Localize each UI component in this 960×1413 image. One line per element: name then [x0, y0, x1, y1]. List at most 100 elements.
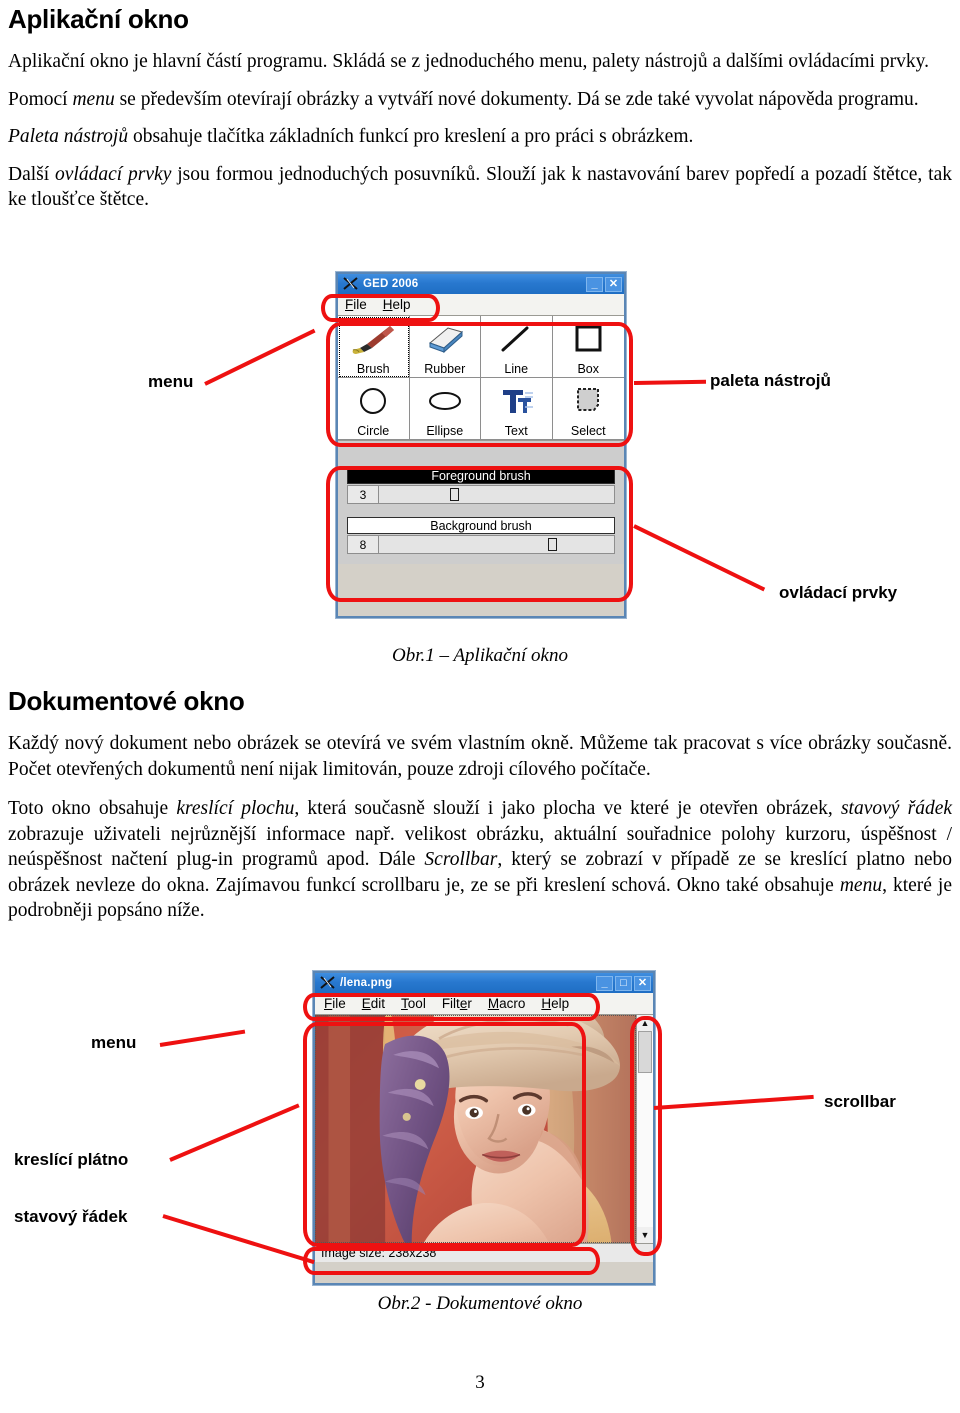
foreground-brush-control[interactable]: Foreground brush 3 — [347, 467, 615, 504]
tool-label-rubber: Rubber — [424, 362, 466, 376]
doc-titlebar-buttons[interactable]: _ □ ✕ — [596, 975, 651, 991]
status-bar: Image size: 238x238 — [315, 1243, 653, 1262]
tool-label-brush: Brush — [356, 362, 390, 376]
foreground-brush-track[interactable] — [379, 486, 614, 503]
callout-line-fig2-menu — [159, 1029, 246, 1047]
paragraph-6: Toto okno obsahuje kreslící plochu, kter… — [8, 798, 953, 921]
square-icon — [553, 316, 625, 362]
annotation-fig1-controls: ovládací prvky — [779, 583, 898, 602]
scrollbar-track[interactable] — [637, 1031, 653, 1227]
text-block-bottom: Dokumentové okno Každý nový dokument neb… — [8, 686, 952, 924]
brush-controls-panel[interactable]: Foreground brush 3 Background brush 8 — [338, 459, 624, 564]
callout-line-fig1-menu — [204, 328, 316, 386]
foreground-brush-thumb[interactable] — [449, 488, 459, 501]
circle-icon — [338, 378, 409, 424]
menu-item-help[interactable]: Help — [383, 297, 411, 312]
document-page: Aplikační okno Aplikační okno je hlavní … — [0, 0, 960, 1413]
paragraph-3: Paleta nástrojů obsahuje tlačítka základ… — [8, 126, 694, 147]
titlebar-buttons[interactable]: _ ✕ — [586, 276, 622, 292]
ellipse-icon — [410, 378, 481, 424]
paragraph-1-text: Aplikační okno je hlavní částí programu.… — [8, 51, 929, 72]
doc-menu-item-filter[interactable]: Filter — [442, 996, 472, 1011]
titlebar[interactable]: GED 2006 _ ✕ — [338, 274, 624, 294]
doc-maximize-button[interactable]: □ — [615, 975, 632, 991]
text-block-top: Aplikační okno Aplikační okno je hlavní … — [8, 4, 952, 213]
paragraph-4: Další ovládací prvky jsou formou jednodu… — [8, 163, 952, 211]
scrollbar-thumb[interactable] — [638, 1031, 652, 1073]
tool-palette[interactable]: Brush Rubber Line Box Circle Ellipse Tex… — [338, 316, 624, 440]
drawing-canvas[interactable] — [315, 1015, 636, 1243]
paragraph-2: Pomocí menu se především otevírají obráz… — [8, 88, 919, 110]
vertical-scrollbar[interactable]: ▲ ▼ — [636, 1015, 653, 1243]
doc-close-button[interactable]: ✕ — [634, 975, 651, 991]
tool-button-text[interactable]: Text — [481, 378, 553, 440]
annotation-fig2-canvas: kreslící plátno — [14, 1150, 129, 1169]
tool-label-box: Box — [577, 362, 600, 376]
tool-button-select[interactable]: Select — [552, 378, 625, 440]
controls-gap — [347, 504, 615, 517]
background-brush-slider[interactable]: 8 — [347, 535, 615, 554]
page-number: 3 — [475, 1372, 485, 1393]
tool-button-line[interactable]: Line — [481, 316, 553, 378]
annotation-fig1-palette: paleta nástrojů — [710, 371, 831, 390]
document-window[interactable]: /lena.png _ □ ✕ File Edit Tool Filter Ma… — [313, 971, 655, 1285]
tool-label-ellipse: Ellipse — [426, 424, 464, 438]
scroll-down-button[interactable]: ▼ — [637, 1227, 653, 1243]
background-brush-control[interactable]: Background brush 8 — [347, 517, 615, 554]
paintbrush-icon — [338, 316, 409, 362]
tool-button-ellipse[interactable]: Ellipse — [409, 378, 481, 440]
tool-button-rubber[interactable]: Rubber — [409, 316, 481, 378]
background-brush-value: 8 — [348, 536, 379, 553]
text-tool-icon — [481, 378, 552, 424]
callout-line-fig2-scrollbar — [653, 1094, 814, 1110]
doc-minimize-button[interactable]: _ — [596, 975, 613, 991]
paragraph-5-text: Každý nový dokument nebo obrázek se otev… — [8, 733, 952, 780]
doc-menu-item-file[interactable]: File — [324, 996, 346, 1011]
background-brush-thumb[interactable] — [548, 538, 558, 551]
tool-button-circle[interactable]: Circle — [338, 378, 410, 440]
close-button[interactable]: ✕ — [605, 276, 622, 292]
menu-item-file[interactable]: File — [345, 297, 367, 312]
application-window[interactable]: GED 2006 _ ✕ File Help Brush Rubber Line… — [336, 272, 626, 618]
tool-label-line: Line — [504, 362, 529, 376]
annotation-fig2-scrollbar: scrollbar — [824, 1092, 896, 1111]
marquee-select-icon — [553, 378, 625, 424]
doc-menu-bar[interactable]: File Edit Tool Filter Macro Help — [315, 993, 653, 1015]
palette-controls-separator — [338, 440, 624, 459]
doc-menu-item-edit[interactable]: Edit — [362, 996, 385, 1011]
callout-line-fig2-statusbar — [162, 1214, 315, 1265]
eraser-icon — [410, 316, 481, 362]
x-logo-icon — [342, 277, 358, 292]
doc-window-title: /lena.png — [340, 977, 393, 989]
background-brush-track[interactable] — [379, 536, 614, 553]
line-icon — [481, 316, 552, 362]
foreground-brush-slider[interactable]: 3 — [347, 485, 615, 504]
paragraph-1: Aplikační okno je hlavní částí programu.… — [8, 49, 952, 75]
page-title: Aplikační okno — [8, 4, 189, 34]
callout-line-fig1-controls — [633, 524, 766, 592]
doc-titlebar[interactable]: /lena.png _ □ ✕ — [315, 973, 653, 993]
background-brush-swatch[interactable]: Background brush — [347, 517, 615, 534]
canvas-area[interactable]: ▲ ▼ — [315, 1015, 653, 1243]
paragraph-5: Každý nový dokument nebo obrázek se otev… — [8, 731, 952, 782]
minimize-button[interactable]: _ — [586, 276, 603, 292]
foreground-brush-value: 3 — [348, 486, 379, 503]
tool-button-box[interactable]: Box — [552, 316, 625, 378]
doc-menu-item-macro[interactable]: Macro — [488, 996, 526, 1011]
callout-line-fig1-palette — [633, 379, 707, 385]
x-logo-icon — [319, 976, 335, 991]
annotation-fig1-menu: menu — [148, 372, 194, 391]
tool-button-brush[interactable]: Brush — [338, 316, 410, 378]
foreground-brush-swatch[interactable]: Foreground brush — [347, 467, 615, 484]
tool-label-circle: Circle — [357, 424, 390, 438]
lena-photo — [315, 1015, 636, 1243]
tool-label-text: Text — [504, 424, 528, 438]
doc-menu-item-tool[interactable]: Tool — [401, 996, 426, 1011]
doc-menu-item-help[interactable]: Help — [541, 996, 569, 1011]
figure-1-caption: Obr.1 – Aplikační okno — [392, 645, 568, 666]
scroll-up-button[interactable]: ▲ — [637, 1015, 653, 1031]
menu-bar[interactable]: File Help — [338, 294, 624, 316]
tool-label-select: Select — [570, 424, 606, 438]
window-title: GED 2006 — [363, 278, 419, 290]
annotation-fig2-statusbar: stavový řádek — [14, 1207, 128, 1226]
